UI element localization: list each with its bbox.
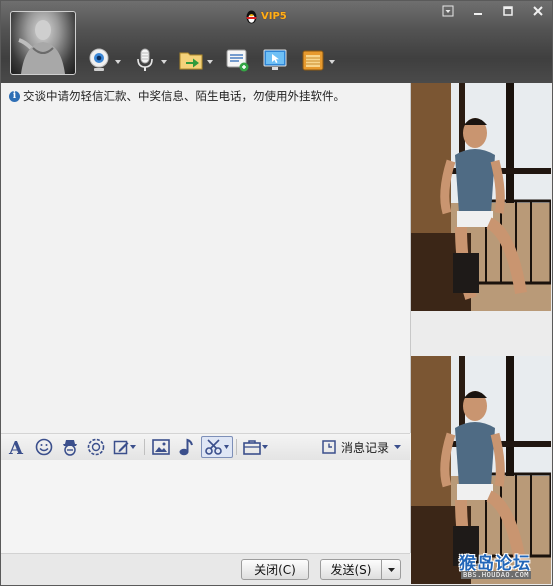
toolbar-divider xyxy=(236,439,237,455)
toolbar-divider xyxy=(144,439,145,455)
main-toolbar xyxy=(85,43,345,77)
create-discussion-icon xyxy=(223,46,251,74)
history-icon xyxy=(322,440,336,454)
font-icon[interactable]: A xyxy=(1,436,31,458)
send-file-icon xyxy=(177,46,205,74)
close-button[interactable]: 关闭(C) xyxy=(241,559,309,580)
minimize-icon[interactable] xyxy=(463,2,493,20)
forum-watermark: 猴岛论坛 BBS.HOUDAO.COM xyxy=(459,554,532,579)
info-icon: i xyxy=(9,90,20,102)
magic-emoticon-icon[interactable] xyxy=(57,436,83,458)
remote-assist-icon xyxy=(261,46,289,74)
format-toolbar: A 消息记录 xyxy=(1,433,410,461)
scissors-icon xyxy=(204,439,222,455)
chevron-down-icon[interactable] xyxy=(207,60,213,64)
title-bar: VIP5 xyxy=(1,1,552,83)
screenshot-button[interactable] xyxy=(201,436,233,458)
vip-badge: VIP5 xyxy=(245,8,287,24)
send-options-button[interactable] xyxy=(381,559,401,580)
chat-window: VIP5 i 交谈中请勿轻信汇款、中奖信息、陌生电话，勿使用外挂软件。 A 消息… xyxy=(0,0,553,586)
bottom-bar: 关闭(C) 发送(S) xyxy=(1,553,410,585)
window-controls xyxy=(433,2,552,20)
send-button[interactable]: 发送(S) xyxy=(320,559,382,580)
create-discussion-button[interactable] xyxy=(223,46,251,74)
webcam-button[interactable] xyxy=(85,46,121,74)
music-icon[interactable] xyxy=(174,436,198,458)
close-icon[interactable] xyxy=(523,2,552,20)
chevron-down-icon[interactable] xyxy=(223,444,230,450)
message-input[interactable] xyxy=(1,460,411,553)
qq-penguin-icon xyxy=(246,10,257,23)
security-notice: i 交谈中请勿轻信汇款、中奖信息、陌生电话，勿使用外挂软件。 xyxy=(9,88,345,104)
message-area[interactable]: i 交谈中请勿轻信汇款、中奖信息、陌生电话，勿使用外挂软件。 xyxy=(1,83,411,433)
chevron-down-icon[interactable] xyxy=(129,444,137,450)
message-history-button[interactable]: 消息记录 xyxy=(322,436,410,458)
webcam-icon xyxy=(85,46,113,74)
remote-assist-button[interactable] xyxy=(261,46,289,74)
menu-icon[interactable] xyxy=(433,2,463,20)
briefcase-icon xyxy=(243,440,261,455)
doodle-button[interactable] xyxy=(109,436,141,458)
voice-button[interactable] xyxy=(131,46,167,74)
emoji-icon[interactable] xyxy=(31,436,57,458)
chevron-down-icon[interactable] xyxy=(261,444,269,450)
image-icon[interactable] xyxy=(148,436,174,458)
contact-photo[interactable] xyxy=(411,83,551,311)
chevron-down-icon xyxy=(387,567,395,572)
svg-text:A: A xyxy=(8,438,24,456)
app-box-icon xyxy=(299,46,327,74)
apps-button[interactable] xyxy=(240,436,272,458)
chevron-down-icon[interactable] xyxy=(161,60,167,64)
chevron-down-icon[interactable] xyxy=(329,60,335,64)
chevron-down-icon[interactable] xyxy=(115,60,121,64)
send-file-button[interactable] xyxy=(177,46,213,74)
video-panel xyxy=(411,83,552,585)
maximize-icon[interactable] xyxy=(493,2,523,20)
pencil-icon xyxy=(113,440,129,455)
shake-window-icon[interactable] xyxy=(83,436,109,458)
chevron-down-icon xyxy=(394,445,401,449)
microphone-icon xyxy=(131,46,159,74)
avatar[interactable] xyxy=(10,11,76,75)
app-box-button[interactable] xyxy=(299,46,335,74)
